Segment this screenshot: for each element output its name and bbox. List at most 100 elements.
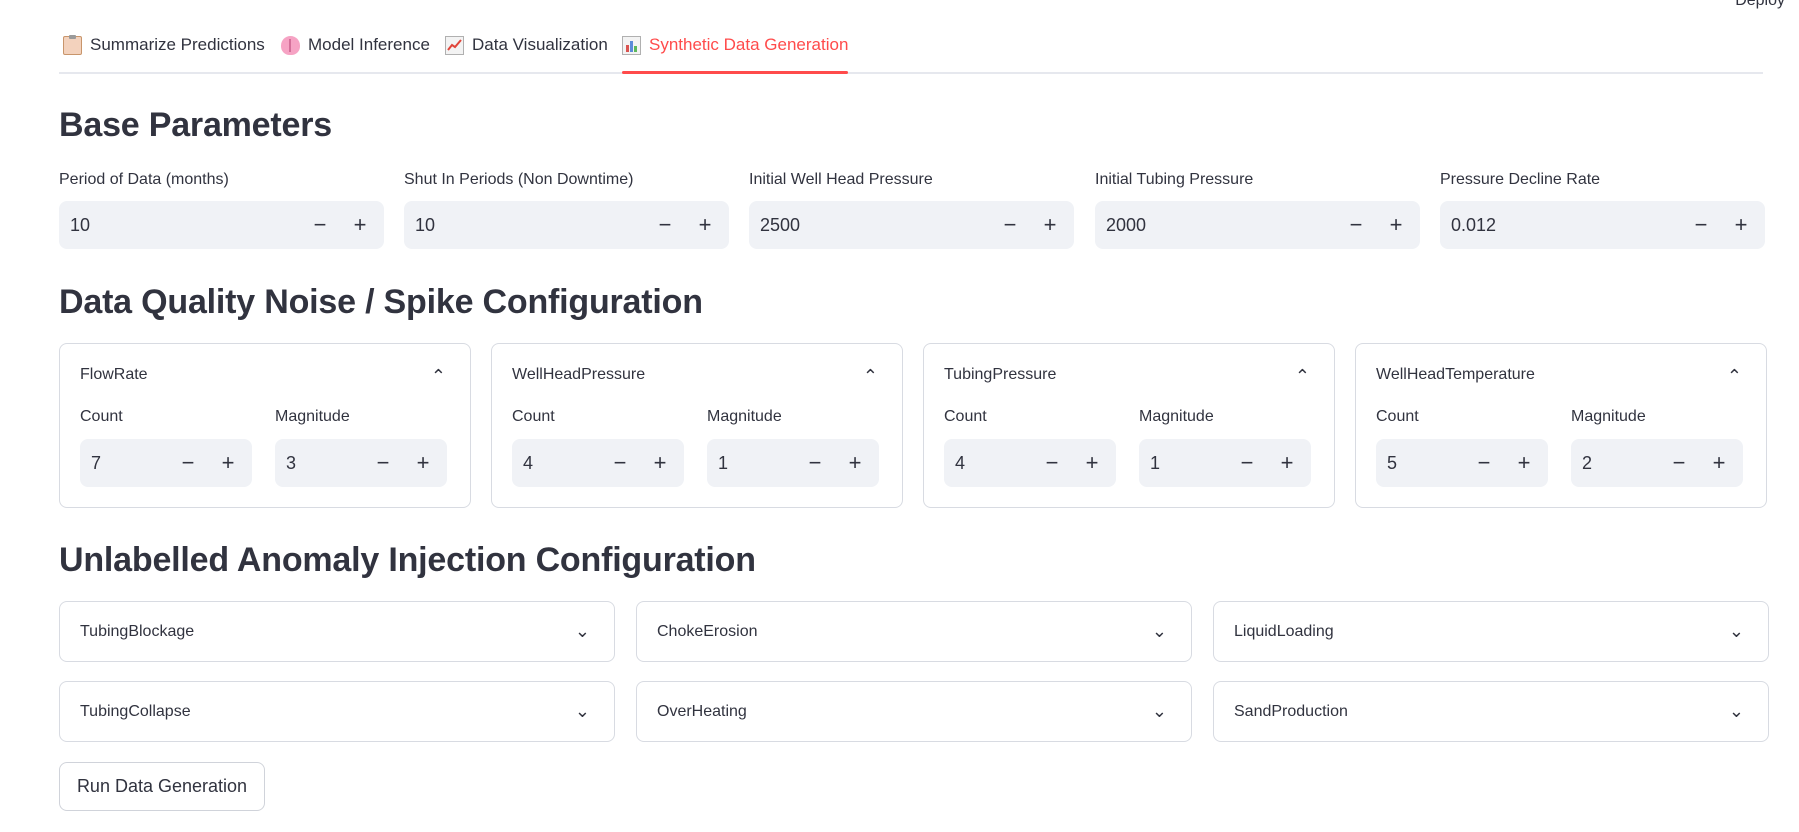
decrement-button[interactable]: − [1659,439,1699,487]
chevron-up-icon[interactable]: ⌃ [1727,366,1742,387]
count-label: Count [944,408,987,425]
tubing-pressure-input[interactable]: 2000 − + [1095,201,1420,249]
increment-button[interactable]: + [1376,201,1416,249]
increment-button[interactable]: + [1721,201,1761,249]
decrement-button[interactable]: − [1227,439,1267,487]
chevron-up-icon[interactable]: ⌃ [863,366,878,387]
chart-increasing-icon [445,36,464,55]
expander-title[interactable]: TubingCollapse [80,703,191,721]
shut-in-input[interactable]: 10 − + [404,201,729,249]
chokeerosion-expander[interactable]: ChokeErosion ⌄ [636,601,1192,662]
chevron-down-icon[interactable]: ⌄ [1152,621,1167,642]
tubing-pressure-label: Initial Tubing Pressure [1095,171,1254,188]
period-input[interactable]: 10 − + [59,201,384,249]
shut-in-value[interactable]: 10 [404,215,645,236]
magnitude-label: Magnitude [707,408,782,425]
tubingpressure-expander[interactable]: TubingPressure ⌃ Count Magnitude 4 − + 1… [923,343,1335,508]
decrement-button[interactable]: − [1681,201,1721,249]
decrement-button[interactable]: − [990,201,1030,249]
increment-button[interactable]: + [1504,439,1544,487]
overheating-expander[interactable]: OverHeating ⌄ [636,681,1192,742]
tubingcollapse-expander[interactable]: TubingCollapse ⌄ [59,681,615,742]
decrement-button[interactable]: − [600,439,640,487]
well-head-pressure-value[interactable]: 2500 [749,215,990,236]
well-head-pressure-label: Initial Well Head Pressure [749,171,933,188]
decrement-button[interactable]: − [1032,439,1072,487]
magnitude-value[interactable]: 3 [275,453,363,474]
chevron-down-icon[interactable]: ⌄ [1729,701,1744,722]
expander-title[interactable]: WellHeadTemperature [1376,366,1535,384]
count-input[interactable]: 4 − + [512,439,684,487]
increment-button[interactable]: + [640,439,680,487]
count-value[interactable]: 4 [944,453,1032,474]
increment-button[interactable]: + [340,201,380,249]
increment-button[interactable]: + [1699,439,1739,487]
decrement-button[interactable]: − [1336,201,1376,249]
decrement-button[interactable]: − [300,201,340,249]
wellheadtemperature-expander[interactable]: WellHeadTemperature ⌃ Count Magnitude 5 … [1355,343,1767,508]
decrement-button[interactable]: − [795,439,835,487]
expander-title[interactable]: ChokeErosion [657,623,758,641]
increment-button[interactable]: + [208,439,248,487]
decrement-button[interactable]: − [1464,439,1504,487]
count-value[interactable]: 7 [80,453,168,474]
decline-rate-value[interactable]: 0.012 [1440,215,1681,236]
wellheadpressure-expander[interactable]: WellHeadPressure ⌃ Count Magnitude 4 − +… [491,343,903,508]
tab-model-inference[interactable]: Model Inference [281,35,430,72]
chevron-up-icon[interactable]: ⌃ [1295,366,1310,387]
magnitude-input[interactable]: 2 − + [1571,439,1743,487]
tubing-pressure-value[interactable]: 2000 [1095,215,1336,236]
decline-rate-input[interactable]: 0.012 − + [1440,201,1765,249]
base-parameters-heading: Base Parameters [59,106,332,144]
increment-button[interactable]: + [1267,439,1307,487]
run-data-generation-button[interactable]: Run Data Generation [59,762,265,811]
magnitude-input[interactable]: 3 − + [275,439,447,487]
count-input[interactable]: 4 − + [944,439,1116,487]
magnitude-input[interactable]: 1 − + [707,439,879,487]
magnitude-label: Magnitude [1571,408,1646,425]
expander-title[interactable]: FlowRate [80,366,148,384]
chevron-up-icon[interactable]: ⌃ [431,366,446,387]
tab-summarize-predictions[interactable]: Summarize Predictions [63,35,265,72]
count-value[interactable]: 5 [1376,453,1464,474]
increment-button[interactable]: + [1072,439,1112,487]
decrement-button[interactable]: − [168,439,208,487]
flowrate-expander[interactable]: FlowRate ⌃ Count Magnitude 7 − + 3 − + [59,343,471,508]
expander-title[interactable]: LiquidLoading [1234,623,1334,641]
count-value[interactable]: 4 [512,453,600,474]
chevron-down-icon[interactable]: ⌄ [1152,701,1167,722]
liquidloading-expander[interactable]: LiquidLoading ⌄ [1213,601,1769,662]
count-input[interactable]: 7 − + [80,439,252,487]
tab-data-visualization[interactable]: Data Visualization [445,35,608,72]
chevron-down-icon[interactable]: ⌄ [1729,621,1744,642]
tubingblockage-expander[interactable]: TubingBlockage ⌄ [59,601,615,662]
count-label: Count [1376,408,1419,425]
increment-button[interactable]: + [403,439,443,487]
magnitude-value[interactable]: 1 [707,453,795,474]
chevron-down-icon[interactable]: ⌄ [575,621,590,642]
tab-label: Data Visualization [472,35,608,54]
count-input[interactable]: 5 − + [1376,439,1548,487]
tab-synthetic-data-generation[interactable]: Synthetic Data Generation [622,35,849,74]
magnitude-value[interactable]: 2 [1571,453,1659,474]
expander-title[interactable]: SandProduction [1234,703,1348,721]
expander-title[interactable]: TubingBlockage [80,623,194,641]
expander-title[interactable]: OverHeating [657,703,747,721]
increment-button[interactable]: + [1030,201,1070,249]
period-label: Period of Data (months) [59,171,229,188]
count-label: Count [512,408,555,425]
increment-button[interactable]: + [685,201,725,249]
sandproduction-expander[interactable]: SandProduction ⌄ [1213,681,1769,742]
expander-title[interactable]: TubingPressure [944,366,1056,384]
magnitude-input[interactable]: 1 − + [1139,439,1311,487]
decrement-button[interactable]: − [645,201,685,249]
well-head-pressure-input[interactable]: 2500 − + [749,201,1074,249]
increment-button[interactable]: + [835,439,875,487]
period-value[interactable]: 10 [59,215,300,236]
magnitude-value[interactable]: 1 [1139,453,1227,474]
expander-title[interactable]: WellHeadPressure [512,366,645,384]
bar-chart-icon [622,36,641,55]
decrement-button[interactable]: − [363,439,403,487]
chevron-down-icon[interactable]: ⌄ [575,701,590,722]
tab-label: Synthetic Data Generation [649,35,849,54]
